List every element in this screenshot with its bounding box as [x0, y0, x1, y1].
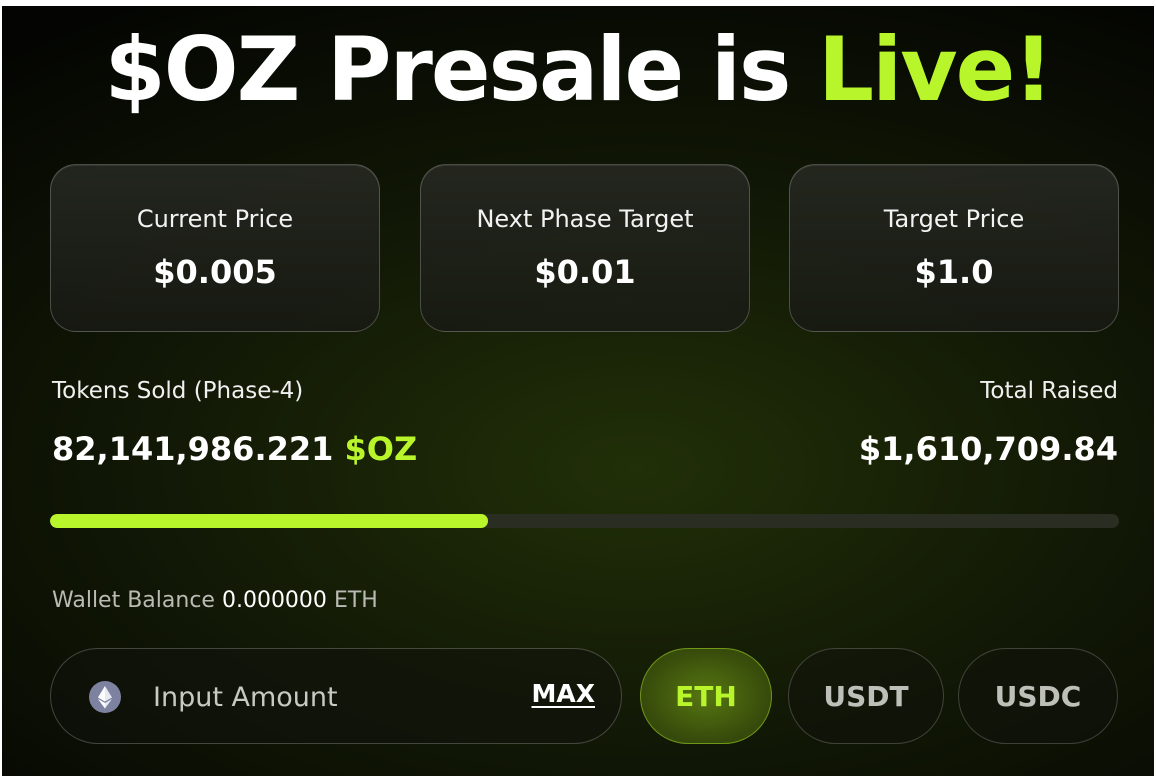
- current-price-label: Current Price: [136, 205, 294, 233]
- currency-usdc-button[interactable]: USDC: [958, 648, 1118, 744]
- currency-eth-button[interactable]: ETH: [640, 648, 772, 744]
- next-phase-target-label: Next Phase Target: [476, 205, 694, 233]
- wallet-balance-amount: 0.000000: [221, 588, 327, 613]
- wallet-balance-label: Wallet Balance: [52, 588, 215, 613]
- target-price-card: Target Price $1.0: [789, 164, 1119, 332]
- ethereum-icon: [89, 681, 121, 713]
- tokens-sold-value: 82,141,986.221 $OZ: [52, 430, 417, 468]
- headline: $OZ Presale is Live!: [2, 26, 1154, 114]
- presale-progress-fill: [50, 514, 489, 528]
- tokens-sold-unit: $OZ: [344, 430, 418, 468]
- tokens-sold-amount: 82,141,986.221: [52, 430, 334, 468]
- total-raised-label: Total Raised: [980, 378, 1118, 404]
- presale-widget: $OZ Presale is Live! Current Price $0.00…: [2, 6, 1154, 776]
- next-phase-target-value: $0.01: [534, 253, 636, 291]
- tokens-sold-label: Tokens Sold (Phase-4): [52, 378, 304, 404]
- next-phase-target-card: Next Phase Target $0.01: [420, 164, 750, 332]
- wallet-balance: Wallet Balance 0.000000 ETH: [52, 588, 378, 613]
- currency-usdt-button[interactable]: USDT: [788, 648, 944, 744]
- wallet-balance-unit: ETH: [333, 588, 378, 613]
- presale-progress-bar: [50, 514, 1119, 528]
- current-price-card: Current Price $0.005: [50, 164, 380, 332]
- max-button[interactable]: MAX: [531, 679, 595, 708]
- amount-input-box: MAX: [50, 648, 622, 744]
- headline-prefix: $OZ Presale is: [104, 18, 819, 121]
- headline-highlight: Live!: [818, 18, 1053, 121]
- target-price-value: $1.0: [914, 253, 994, 291]
- amount-input[interactable]: [151, 673, 511, 721]
- current-price-value: $0.005: [153, 253, 277, 291]
- total-raised-value: $1,610,709.84: [858, 430, 1118, 468]
- target-price-label: Target Price: [883, 205, 1025, 233]
